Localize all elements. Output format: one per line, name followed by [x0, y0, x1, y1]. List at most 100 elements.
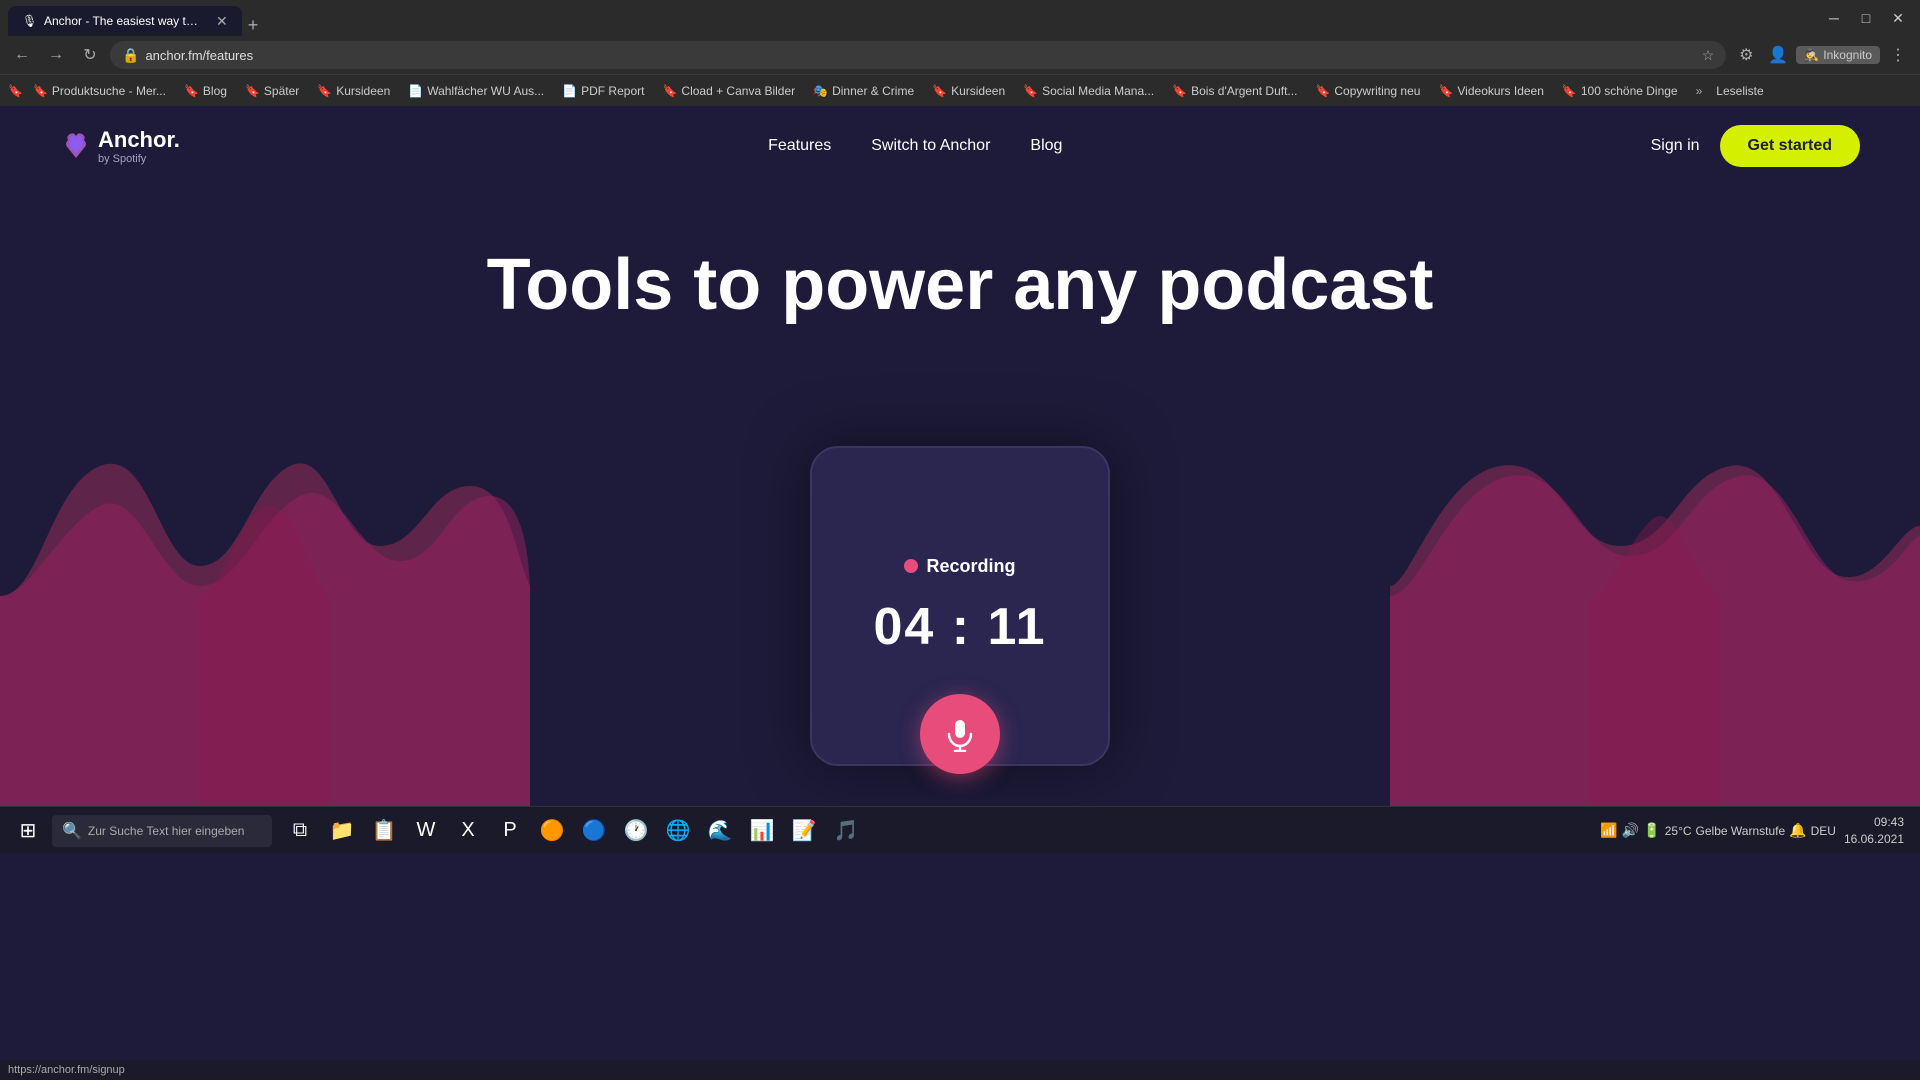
bookmark-pdf[interactable]: 📄 PDF Report	[554, 82, 652, 100]
recording-badge: Recording	[904, 556, 1015, 577]
bookmark-label: Bois d'Argent Duft...	[1191, 84, 1297, 98]
taskbar-spotify-icon[interactable]: 🎵	[826, 811, 866, 851]
reading-list-button[interactable]: Leseliste	[1708, 82, 1771, 100]
microphone-icon	[942, 716, 978, 752]
bookmark-icon: 🔖	[1438, 84, 1453, 98]
bookmark-videokurs[interactable]: 🔖 Videokurs Ideen	[1430, 82, 1551, 100]
anchor-logo-icon	[60, 130, 92, 162]
bookmark-label: Kursideen	[951, 84, 1005, 98]
taskbar-app-2[interactable]: 🟠	[532, 811, 572, 851]
bookmark-label: Kursideen	[336, 84, 390, 98]
taskbar-edge-icon[interactable]: 🌊	[700, 811, 740, 851]
nav-blog[interactable]: Blog	[1030, 137, 1062, 155]
taskbar-search[interactable]: 🔍 Zur Suche Text hier eingeben	[52, 815, 272, 847]
taskbar-app-3[interactable]: 🔵	[574, 811, 614, 851]
bookmark-cload[interactable]: 🔖 Cload + Canva Bilder	[654, 82, 803, 100]
close-button[interactable]: ✕	[1884, 4, 1912, 32]
clock-date: 16.06.2021	[1844, 831, 1904, 848]
nav-switch-to-anchor[interactable]: Switch to Anchor	[871, 137, 990, 155]
bookmark-icon: 🔖	[932, 84, 947, 98]
volume-icon[interactable]: 🔊	[1622, 822, 1639, 839]
bookmark-icon: 🔖	[662, 84, 677, 98]
taskbar-excel-icon[interactable]: X	[448, 811, 488, 851]
status-url: https://anchor.fm/signup	[8, 1064, 125, 1076]
recording-card: Recording 04 : 11	[810, 446, 1110, 766]
forward-button[interactable]: →	[42, 41, 70, 69]
notification-icon[interactable]: 🔔	[1789, 822, 1806, 839]
system-time: 09:43 16.06.2021	[1844, 814, 1904, 848]
page-content: Anchor. by Spotify Features Switch to An…	[0, 106, 1920, 806]
bookmark-label: Später	[264, 84, 299, 98]
get-started-button[interactable]: Get started	[1720, 125, 1860, 167]
logo-by: by Spotify	[98, 153, 180, 165]
bookmark-social[interactable]: 🔖 Social Media Mana...	[1015, 82, 1162, 100]
bookmark-wahlfacher[interactable]: 📄 Wahlfächer WU Aus...	[400, 82, 552, 100]
bookmark-bois[interactable]: 🔖 Bois d'Argent Duft...	[1164, 82, 1305, 100]
recording-timer: 04 : 11	[873, 597, 1046, 657]
bookmark-kursideen[interactable]: 🔖 Kursideen	[309, 82, 398, 100]
browser-actions: ⚙ 👤 🕵 Inkognito ⋮	[1732, 41, 1912, 69]
nav-actions: Sign in Get started	[1651, 125, 1860, 167]
taskbar-app-1[interactable]: 📋	[364, 811, 404, 851]
temperature-text: 25°C	[1665, 824, 1692, 838]
battery-icon[interactable]: 🔋	[1643, 822, 1660, 839]
nav-links: Features Switch to Anchor Blog	[768, 137, 1062, 155]
wifi-icon[interactable]: 📶	[1600, 822, 1617, 839]
bookmark-produktsuche[interactable]: 🔖 Produktsuche - Mer...	[25, 82, 174, 100]
address-box[interactable]: 🔒 anchor.fm/features ☆	[110, 41, 1726, 69]
nav-features[interactable]: Features	[768, 137, 831, 155]
bookmark-icon: 🔖	[1172, 84, 1187, 98]
bookmark-star-icon[interactable]: ☆	[1702, 47, 1715, 64]
file-explorer-icon[interactable]: 📁	[322, 811, 362, 851]
taskbar-powerpoint-icon[interactable]: P	[490, 811, 530, 851]
hero-title: Tools to power any podcast	[487, 246, 1434, 325]
incognito-button[interactable]: 🕵 Inkognito	[1796, 46, 1880, 64]
menu-button[interactable]: ⋮	[1884, 41, 1912, 69]
extensions-button[interactable]: ⚙	[1732, 41, 1760, 69]
active-tab[interactable]: 🎙 Anchor - The easiest way to ma... ✕	[8, 6, 242, 36]
start-button[interactable]: ⊞	[8, 811, 48, 851]
address-bar-row: ← → ↻ 🔒 anchor.fm/features ☆ ⚙ 👤 🕵 Inkog…	[0, 36, 1920, 74]
bookmark-label: Social Media Mana...	[1042, 84, 1154, 98]
bookmarks-more-button[interactable]: »	[1692, 82, 1707, 100]
sign-in-link[interactable]: Sign in	[1651, 137, 1700, 155]
bookmark-label: Videokurs Ideen	[1457, 84, 1544, 98]
clock-time: 09:43	[1874, 814, 1904, 831]
bookmark-spater[interactable]: 🔖 Später	[237, 82, 307, 100]
bookmark-icon: 🔖	[1562, 84, 1577, 98]
tab-close-button[interactable]: ✕	[216, 13, 228, 30]
taskbar-app-4[interactable]: 🕐	[616, 811, 656, 851]
bookmark-label: Copywriting neu	[1334, 84, 1420, 98]
maximize-button[interactable]: □	[1852, 4, 1880, 32]
address-action-icons: ☆	[1702, 47, 1715, 64]
taskbar-app-5[interactable]: 📊	[742, 811, 782, 851]
new-tab-button[interactable]: +	[242, 15, 265, 36]
bookmark-label: Cload + Canva Bilder	[681, 84, 795, 98]
lock-icon: 🔒	[122, 47, 139, 64]
recording-dot	[904, 559, 918, 573]
taskbar-app-6[interactable]: 📝	[784, 811, 824, 851]
logo[interactable]: Anchor. by Spotify	[60, 127, 180, 165]
mic-button[interactable]	[920, 694, 1000, 774]
bookmark-icon: 🔖	[1315, 84, 1330, 98]
url-text: anchor.fm/features	[145, 48, 1695, 63]
back-button[interactable]: ←	[8, 41, 36, 69]
bookmark-label: PDF Report	[581, 84, 644, 98]
taskbar-word-icon[interactable]: W	[406, 811, 446, 851]
bookmark-icon: 🔖	[1023, 84, 1038, 98]
taskbar-chrome-icon[interactable]: 🌐	[658, 811, 698, 851]
taskbar: ⊞ 🔍 Zur Suche Text hier eingeben ⧉ 📁 📋 W…	[0, 806, 1920, 854]
search-icon: 🔍	[62, 821, 82, 841]
bookmark-blog[interactable]: 🔖 Blog	[176, 82, 235, 100]
bookmark-icon: 🎭	[813, 84, 828, 98]
bookmark-copywriting[interactable]: 🔖 Copywriting neu	[1307, 82, 1428, 100]
reload-button[interactable]: ↻	[76, 41, 104, 69]
minimize-button[interactable]: ─	[1820, 4, 1848, 32]
bookmark-100dinge[interactable]: 🔖 100 schöne Dinge	[1554, 82, 1686, 100]
bookmark-dinner[interactable]: 🎭 Dinner & Crime	[805, 82, 922, 100]
bookmark-kursideen2[interactable]: 🔖 Kursideen	[924, 82, 1013, 100]
task-view-button[interactable]: ⧉	[280, 811, 320, 851]
bookmark-label: Blog	[203, 84, 227, 98]
profile-button[interactable]: 👤	[1764, 41, 1792, 69]
bookmark-label: Wahlfächer WU Aus...	[427, 84, 544, 98]
